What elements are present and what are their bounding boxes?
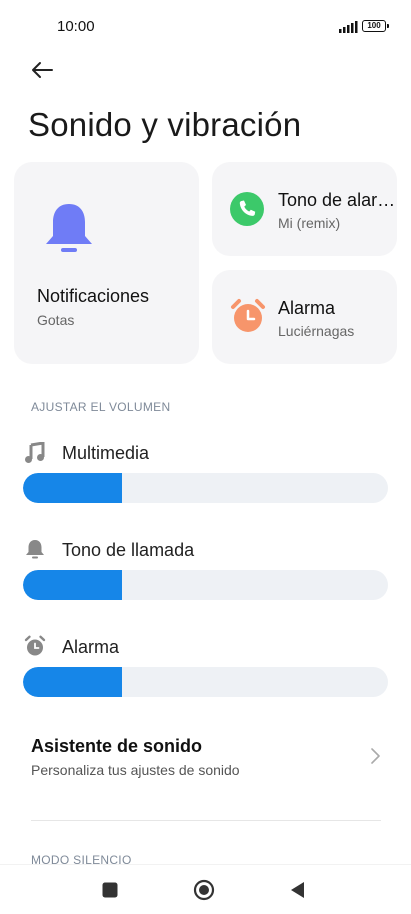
recents-icon[interactable]	[99, 879, 121, 901]
multimedia-volume-slider[interactable]	[23, 473, 388, 503]
music-note-icon	[25, 442, 45, 463]
status-time: 10:00	[57, 18, 95, 35]
ringtone-slider-fill	[23, 570, 122, 600]
alarm-subtitle: Luciérnagas	[278, 323, 355, 339]
alarm-clock-icon	[24, 635, 46, 656]
multimedia-slider-fill	[23, 473, 122, 503]
bell-icon	[46, 204, 92, 252]
sound-assistant-subtitle: Personaliza tus ajustes de sonido	[31, 762, 240, 778]
alarm-clock-icon	[231, 299, 265, 332]
battery-level: 100	[367, 21, 381, 30]
ringtone-volume-label: Tono de llamada	[62, 540, 195, 560]
page-title: Sonido y vibración	[28, 106, 302, 143]
back-arrow-icon[interactable]	[28, 56, 56, 84]
battery-icon: 100	[362, 20, 389, 32]
notifications-card[interactable]: Notificaciones Gotas	[14, 162, 199, 364]
status-bar: 10:00 100	[0, 0, 411, 52]
signal-icon	[339, 21, 358, 33]
volume-section-label: AJUSTAR EL VOLUMEN	[31, 400, 171, 414]
alarm-title: Alarma	[278, 298, 336, 318]
alarm-slider-fill	[23, 667, 122, 697]
ringtone-subtitle: Mi (remix)	[278, 215, 341, 231]
back-icon[interactable]	[287, 879, 309, 901]
sound-assistant-title: Asistente de sonido	[31, 736, 203, 756]
notifications-subtitle: Gotas	[37, 312, 75, 328]
home-icon[interactable]	[193, 879, 215, 901]
navigation-bar	[0, 864, 411, 914]
multimedia-label: Multimedia	[62, 443, 150, 463]
chevron-right-icon	[371, 748, 380, 764]
alarm-card[interactable]: Alarma Luciérnagas	[212, 270, 397, 364]
bell-icon	[26, 540, 44, 559]
ringtone-title: Tono de alar…	[278, 190, 396, 210]
phone-icon	[230, 192, 264, 226]
alarm-volume-label: Alarma	[62, 637, 120, 657]
notifications-title: Notificaciones	[37, 286, 150, 306]
ringtone-volume-slider[interactable]	[23, 570, 388, 600]
divider	[31, 820, 381, 821]
ringtone-card[interactable]: Tono de alar… Mi (remix)	[212, 162, 397, 256]
alarm-volume-slider[interactable]	[23, 667, 388, 697]
